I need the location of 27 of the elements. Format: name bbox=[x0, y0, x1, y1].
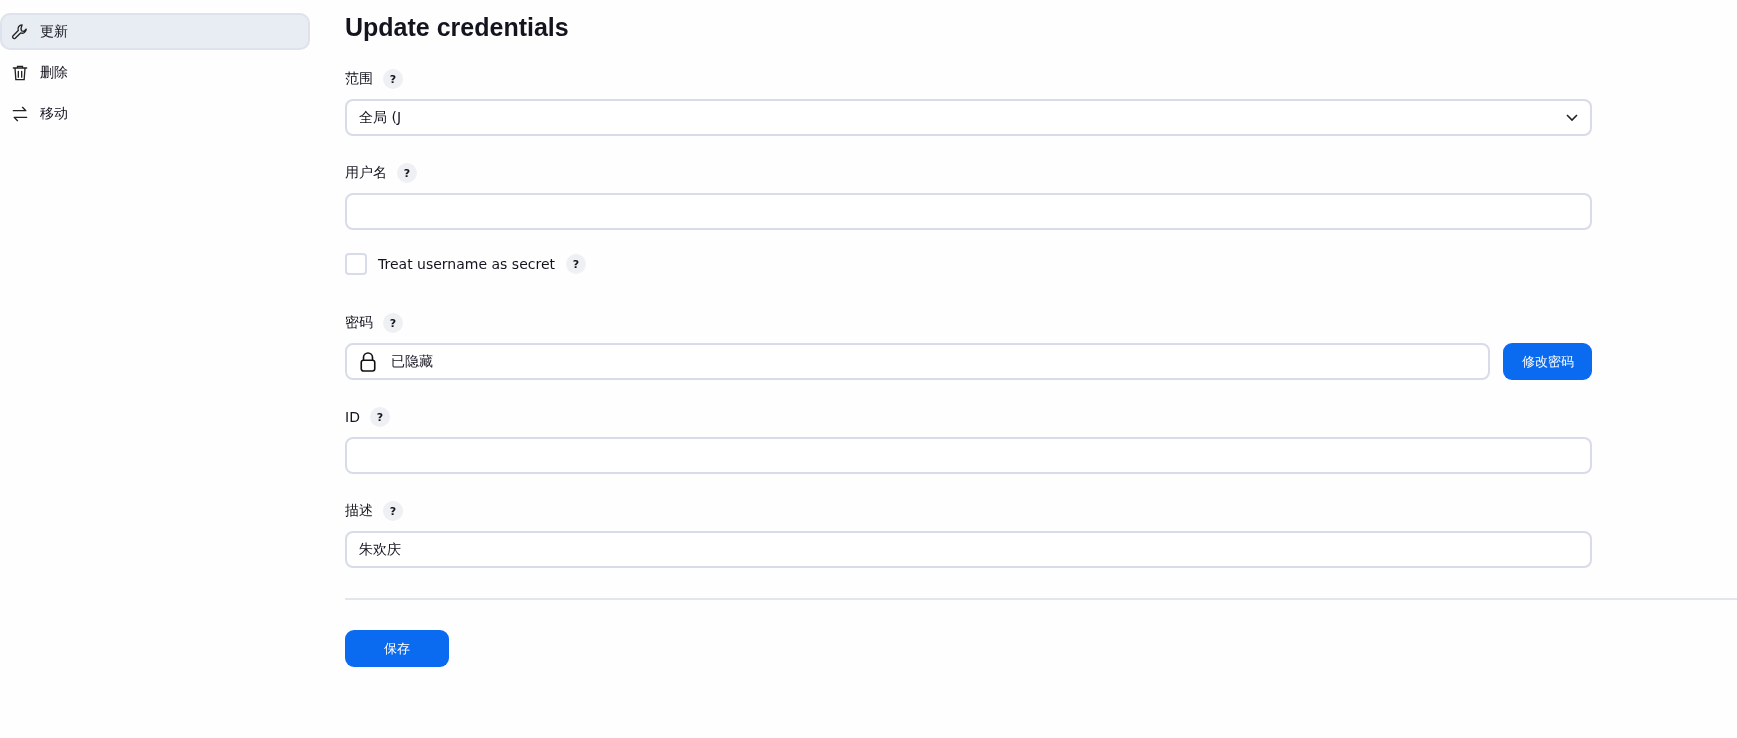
field-label: 密码 bbox=[345, 314, 373, 332]
help-icon[interactable]: ? bbox=[383, 313, 403, 333]
save-button[interactable]: 保存 bbox=[345, 630, 449, 667]
lock-icon bbox=[359, 350, 377, 373]
field-label: 范围 bbox=[345, 70, 373, 88]
sidebar-item[interactable]: 删除 bbox=[0, 54, 310, 91]
scope-dropdown[interactable]: 全局 (J bbox=[345, 99, 1592, 136]
sidebar-item[interactable]: 更新 bbox=[0, 13, 310, 50]
help-icon[interactable]: ? bbox=[383, 69, 403, 89]
change-password-button[interactable]: 修改密码 bbox=[1503, 343, 1592, 380]
input-field[interactable]: 朱欢庆 bbox=[345, 531, 1592, 568]
input-field[interactable] bbox=[345, 193, 1592, 230]
help-icon[interactable]: ? bbox=[566, 254, 586, 274]
wrench-icon bbox=[10, 21, 30, 42]
password-field[interactable]: 已隐藏 bbox=[345, 343, 1490, 380]
checkbox-label: Treat username as secret bbox=[378, 256, 555, 272]
sidebar-item[interactable]: 移动 bbox=[0, 95, 310, 132]
field-label: 用户名 bbox=[345, 164, 387, 182]
help-icon[interactable]: ? bbox=[397, 163, 417, 183]
help-icon[interactable]: ? bbox=[369, 407, 390, 427]
input-field[interactable] bbox=[345, 437, 1592, 474]
page-title: Update credentials bbox=[345, 13, 570, 42]
help-icon[interactable]: ? bbox=[383, 501, 403, 521]
field-label: 描述 bbox=[345, 502, 373, 520]
checkbox[interactable] bbox=[345, 253, 367, 275]
caret-icon bbox=[1566, 113, 1578, 122]
field-label: ID bbox=[345, 409, 360, 425]
